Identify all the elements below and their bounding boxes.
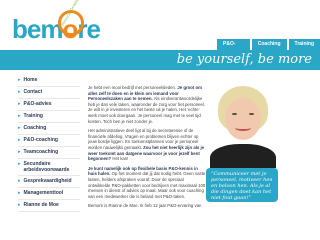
- chevron-right-icon: ▸: [18, 113, 21, 119]
- solution-paragraph: Je kunt namelijk ook op flexibele basis …: [88, 165, 206, 199]
- sidebar-item-contact[interactable]: ▸ Contact: [18, 87, 80, 99]
- quote-box: “Communiceer met je personeel, motiveer …: [206, 168, 278, 202]
- sidebar-item-teamcoaching[interactable]: ▸ Teamcoaching: [18, 147, 80, 159]
- chevron-right-icon: ▸: [18, 149, 21, 155]
- portrait-face: [225, 98, 261, 140]
- portrait-eyes: [232, 113, 254, 116]
- chevron-right-icon: ▸: [18, 190, 21, 196]
- portrait-smile: [235, 125, 251, 131]
- about-paragraph: Bemore is Rianne de Moe. Ik heb 12 jaar …: [88, 203, 202, 209]
- sidebar-item-managementtool[interactable]: ▸ Managementtool: [18, 188, 80, 200]
- chevron-right-icon: ▸: [18, 125, 21, 131]
- chevron-right-icon: ▸: [18, 89, 21, 95]
- chevron-right-icon: ▸: [18, 202, 21, 208]
- tagline: be yourself, be more: [176, 52, 312, 67]
- tab-training[interactable]: Training: [288, 39, 320, 50]
- intro-paragraph: Je hebt een mooi bedrijf met personeelsl…: [88, 85, 206, 124]
- main-content: Je hebt een mooi bedrijf met personeelsl…: [88, 85, 206, 213]
- chevron-right-icon: ▸: [18, 101, 21, 107]
- chevron-right-icon: ▸: [18, 77, 21, 83]
- sidebar-item-p-o-advies[interactable]: ▸ P&O-advies: [18, 99, 80, 111]
- tab-coaching[interactable]: Coaching: [251, 39, 287, 50]
- portrait-shoulders: [210, 144, 276, 168]
- portrait-photo: [208, 84, 278, 168]
- tab-p-o-advies[interactable]: P&O-advies: [217, 39, 250, 58]
- sidebar-item-home[interactable]: ▸ Home: [18, 75, 80, 87]
- sidebar-menu: ▸ Home ▸ Contact ▸ P&O-advies ▸ Training ▸ Co…: [18, 75, 80, 212]
- sidebar-item-training[interactable]: ▸ Training: [18, 111, 80, 123]
- sidebar-item-coaching[interactable]: ▸ Coaching: [18, 123, 80, 135]
- chevron-right-icon: ▸: [18, 161, 21, 167]
- top-navigation: P&O-advies Coaching Training: [217, 39, 320, 58]
- chevron-right-icon: ▸: [18, 178, 21, 184]
- problem-paragraph: Het administratieve deel ligt al bij de …: [88, 128, 205, 162]
- logo[interactable]: bemore: [12, 14, 101, 45]
- sidebar-item-secundaire[interactable]: ▸ Secundaire arbeidsvoorwaarde: [18, 159, 80, 176]
- sidebar-item-gesprekvaardigheid[interactable]: ▸ Gesprekvaardigheid: [18, 176, 80, 188]
- sidebar-item-rianne-de-moe[interactable]: ▸ Rianne de Moe: [18, 200, 80, 212]
- sidebar-item-p-o-coaching[interactable]: ▸ P&O-coaching: [18, 135, 80, 147]
- site-header: bemore Personal Development P&O-advies C…: [0, 0, 320, 58]
- chevron-right-icon: ▸: [18, 137, 21, 143]
